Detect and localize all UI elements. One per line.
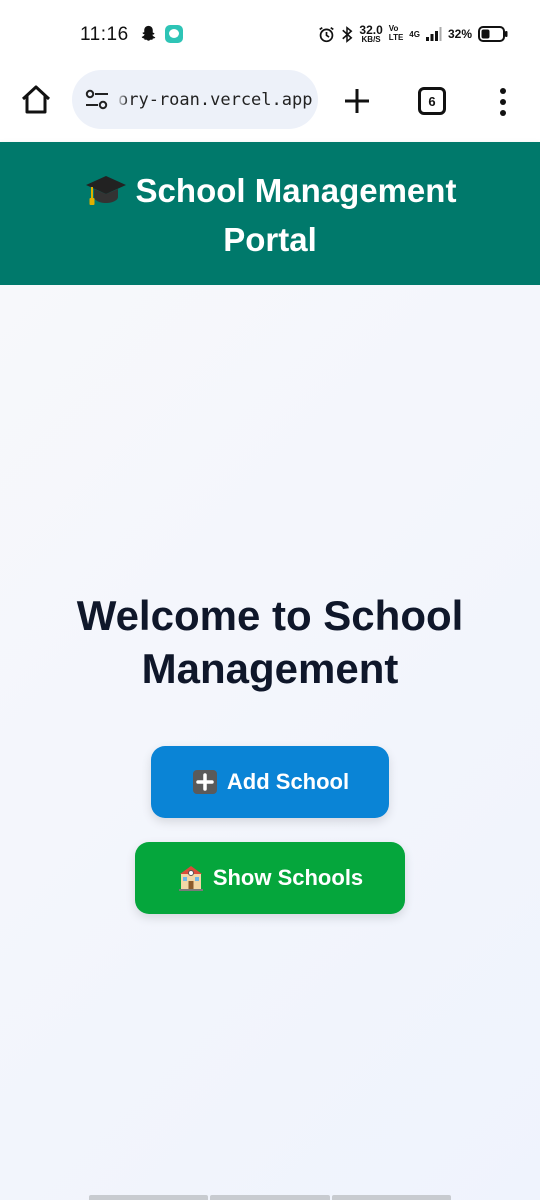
- show-schools-button[interactable]: Show Schools: [135, 842, 405, 914]
- show-schools-label: Show Schools: [212, 865, 364, 890]
- battery-icon: [478, 26, 508, 42]
- tab-switcher-button[interactable]: 6: [418, 87, 446, 115]
- status-time: 11:16: [80, 24, 129, 45]
- status-bar: 11:16 32.0 KB/S Vo LTE 4G 32%: [0, 0, 540, 66]
- more-icon[interactable]: [490, 84, 516, 120]
- volte-indicator: Vo LTE: [388, 24, 404, 42]
- page-title-line2: Portal: [223, 221, 317, 258]
- welcome-heading: Welcome to School Management: [76, 592, 464, 692]
- status-icons: 32.0 KB/S Vo LTE 4G 32%: [318, 23, 508, 45]
- url-fade: [116, 84, 128, 116]
- site-settings-icon[interactable]: [84, 89, 110, 111]
- plus-icon[interactable]: [342, 86, 372, 116]
- school-building-icon: [178, 866, 203, 891]
- home-icon[interactable]: [18, 82, 54, 118]
- signal-icon: [425, 27, 442, 41]
- network-type: 4G: [409, 29, 420, 39]
- url-text: ory-roan.vercel.app: [118, 90, 313, 110]
- message-icon: [165, 25, 183, 43]
- graduation-cap-icon: [85, 176, 126, 205]
- browser-toolbar: ory-roan.vercel.app 6: [0, 66, 540, 142]
- address-bar[interactable]: ory-roan.vercel.app: [72, 70, 318, 129]
- app-header: School Management Portal: [0, 142, 540, 285]
- plus-emoji-icon: [192, 770, 217, 794]
- gesture-bar: [89, 1195, 451, 1200]
- alarm-icon: [319, 26, 335, 42]
- page-title-line1: School Management: [0, 166, 540, 215]
- battery-percent: 32%: [447, 27, 472, 41]
- bluetooth-icon: [342, 25, 353, 43]
- add-school-button[interactable]: Add School: [151, 746, 389, 818]
- snapchat-icon: [141, 25, 156, 41]
- network-speed: 32.0 KB/S: [359, 23, 383, 44]
- add-school-label: Add School: [226, 769, 350, 794]
- main-content: Welcome to School Management Add School …: [0, 285, 540, 1200]
